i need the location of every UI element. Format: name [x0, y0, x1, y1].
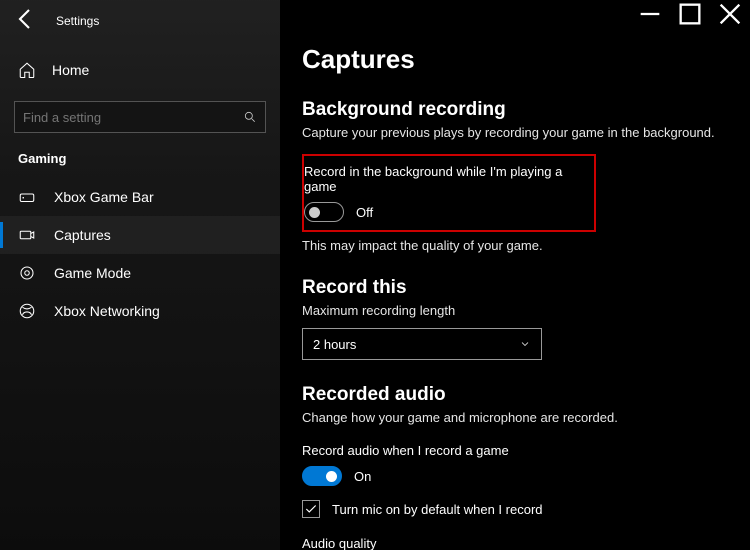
minimize-button[interactable] [630, 0, 670, 28]
main-content: Captures Background recording Capture yo… [280, 0, 750, 550]
toggle-label: Record audio when I record a game [302, 443, 750, 458]
toggle-label: Record in the background while I'm playi… [304, 164, 584, 194]
arrow-left-icon [8, 1, 44, 42]
record-audio-toggle[interactable] [302, 466, 342, 486]
search-input[interactable] [23, 110, 243, 125]
nav-label: Xbox Networking [54, 303, 160, 319]
toggle-hint: This may impact the quality of your game… [302, 238, 750, 253]
chevron-down-icon [519, 338, 531, 350]
game-mode-icon [18, 264, 36, 282]
back-button[interactable] [8, 5, 44, 37]
home-label: Home [52, 62, 89, 78]
nav-item-xbox-game-bar[interactable]: Xbox Game Bar [0, 178, 280, 216]
section-background-recording: Background recording [302, 99, 750, 121]
nav-label: Game Mode [54, 265, 131, 281]
audio-quality-label: Audio quality [302, 536, 750, 550]
nav-label: Captures [54, 227, 111, 243]
xbox-icon [18, 302, 36, 320]
titlebar: Settings [0, 5, 280, 37]
sidebar: Settings Home Gaming Xbox Game Bar Captu… [0, 0, 280, 550]
section-record-this: Record this [302, 277, 750, 299]
checkbox-label: Turn mic on by default when I record [332, 502, 543, 517]
mic-default-checkbox[interactable] [302, 500, 320, 518]
search-box[interactable] [14, 101, 266, 133]
nav-item-captures[interactable]: Captures [0, 216, 280, 254]
section-sub: Capture your previous plays by recording… [302, 125, 750, 140]
nav-item-xbox-networking[interactable]: Xbox Networking [0, 292, 280, 330]
select-value: 2 hours [313, 337, 356, 352]
window-controls [630, 0, 750, 28]
maximize-button[interactable] [670, 0, 710, 28]
toggle-state: On [354, 469, 371, 484]
home-icon [18, 61, 36, 79]
highlighted-setting: Record in the background while I'm playi… [302, 154, 596, 232]
page-title: Captures [302, 44, 750, 75]
nav-label: Xbox Game Bar [54, 189, 154, 205]
nav-list: Xbox Game Bar Captures Game Mode Xbox Ne… [0, 178, 280, 330]
section-sub: Maximum recording length [302, 303, 750, 318]
max-length-select[interactable]: 2 hours [302, 328, 542, 360]
section-recorded-audio: Recorded audio [302, 384, 750, 406]
section-sub: Change how your game and microphone are … [302, 410, 750, 425]
nav-item-game-mode[interactable]: Game Mode [0, 254, 280, 292]
toggle-state: Off [356, 205, 373, 220]
search-icon [243, 110, 257, 124]
background-record-toggle[interactable] [304, 202, 344, 222]
window-title: Settings [56, 14, 99, 28]
category-heading: Gaming [0, 133, 280, 178]
captures-icon [18, 226, 36, 244]
close-button[interactable] [710, 0, 750, 28]
home-nav[interactable]: Home [0, 51, 280, 89]
game-bar-icon [18, 188, 36, 206]
